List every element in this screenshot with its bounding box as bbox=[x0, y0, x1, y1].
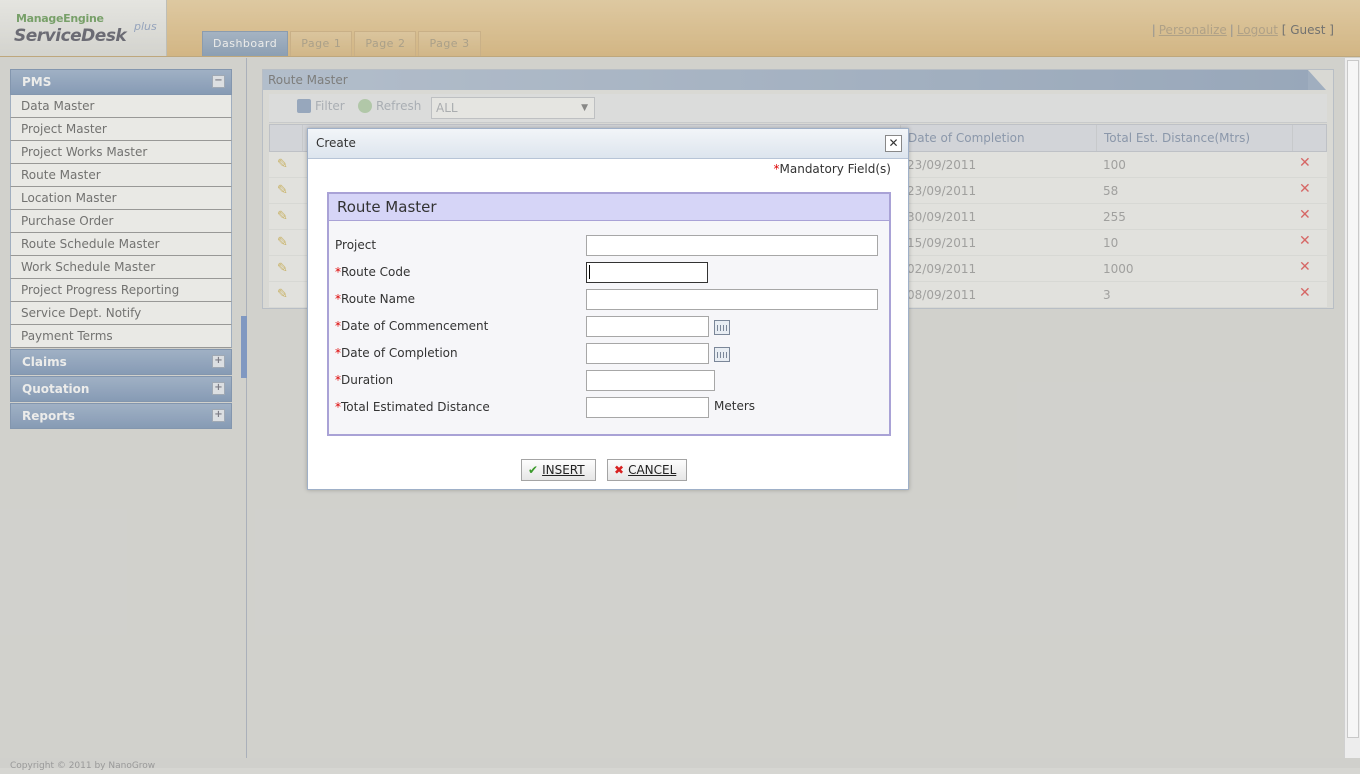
expand-icon[interactable]: + bbox=[212, 409, 225, 422]
logout-link[interactable]: Logout bbox=[1237, 23, 1278, 37]
app-header: ManageEngine ServiceDesk plus Dashboard … bbox=[0, 0, 1360, 57]
dialog-title: Create bbox=[308, 129, 908, 159]
sidebar-item-project-progress-reporting[interactable]: Project Progress Reporting bbox=[10, 279, 232, 302]
edit-icon[interactable]: ✎ bbox=[277, 183, 288, 198]
expand-icon[interactable]: + bbox=[212, 355, 225, 368]
panel-title: Route Master bbox=[263, 70, 1326, 90]
distance-unit: Meters bbox=[714, 399, 756, 413]
sidebar-section-claims[interactable]: Claims + bbox=[10, 349, 232, 375]
sidebar-item-service-dept-notify[interactable]: Service Dept. Notify bbox=[10, 302, 232, 325]
label-duration: *Duration bbox=[335, 373, 394, 387]
expand-icon[interactable]: + bbox=[212, 382, 225, 395]
top-tabs: Dashboard Page 1 Page 2 Page 3 bbox=[202, 31, 483, 56]
status-select[interactable]: ALL ▼ bbox=[431, 97, 595, 119]
delete-icon[interactable]: ✕ bbox=[1299, 233, 1311, 249]
edit-icon[interactable]: ✎ bbox=[277, 209, 288, 224]
scrollbar-thumb[interactable] bbox=[1347, 60, 1359, 738]
tab-page-2[interactable]: Page 2 bbox=[354, 31, 417, 56]
tab-page-1[interactable]: Page 1 bbox=[290, 31, 353, 56]
label-route-code: *Route Code bbox=[335, 265, 411, 279]
cancel-button[interactable]: ✖ CANCEL bbox=[607, 459, 688, 481]
logo-plus: plus bbox=[134, 20, 157, 33]
chevron-down-icon: ▼ bbox=[581, 103, 588, 113]
route-code-field[interactable] bbox=[586, 262, 708, 283]
refresh-button[interactable]: Refresh bbox=[358, 99, 421, 113]
sidebar-section-label: PMS bbox=[22, 75, 52, 89]
sidebar-item-route-schedule-master[interactable]: Route Schedule Master bbox=[10, 233, 232, 256]
sidebar-collapse-handle[interactable] bbox=[241, 316, 247, 378]
label-route-name: *Route Name bbox=[335, 292, 416, 306]
col-date-of-completion[interactable]: Date of Completion bbox=[908, 131, 1025, 145]
sidebar-section-label: Claims bbox=[22, 355, 67, 369]
completion-date-field[interactable] bbox=[586, 343, 709, 364]
edit-icon[interactable]: ✎ bbox=[277, 235, 288, 250]
footer: Copyright © 2011 by NanoGrow bbox=[0, 758, 1360, 771]
label-date-of-commencement: *Date of Commencement bbox=[335, 319, 489, 333]
sidebar-section-reports[interactable]: Reports + bbox=[10, 403, 232, 429]
sidebar-item-work-schedule-master[interactable]: Work Schedule Master bbox=[10, 256, 232, 279]
logo-vendor: ManageEngine bbox=[16, 12, 104, 25]
tab-dashboard[interactable]: Dashboard bbox=[202, 31, 289, 56]
filter-icon bbox=[297, 99, 311, 113]
refresh-icon bbox=[358, 99, 372, 113]
sidebar-item-location-master[interactable]: Location Master bbox=[10, 187, 232, 210]
user-bar: | Personalize | Logout [ Guest ] bbox=[1151, 23, 1334, 37]
sidebar-divider bbox=[246, 58, 247, 758]
mandatory-note: *Mandatory Field(s) bbox=[773, 162, 892, 176]
sidebar-section-label: Reports bbox=[22, 409, 76, 423]
label-project: Project bbox=[335, 238, 377, 252]
personalize-link[interactable]: Personalize bbox=[1159, 23, 1227, 37]
insert-button[interactable]: ✔ INSERT bbox=[521, 459, 596, 481]
delete-icon[interactable]: ✕ bbox=[1299, 207, 1311, 223]
logo-product: ServiceDesk bbox=[14, 26, 127, 46]
sidebar-item-project-works-master[interactable]: Project Works Master bbox=[10, 141, 232, 164]
sidebar-item-purchase-order[interactable]: Purchase Order bbox=[10, 210, 232, 233]
sidebar-item-data-master[interactable]: Data Master bbox=[10, 95, 232, 118]
delete-icon[interactable]: ✕ bbox=[1299, 285, 1311, 301]
grid-toolbar: Filter Refresh ALL ▼ bbox=[269, 94, 1327, 123]
collapse-icon[interactable]: − bbox=[212, 75, 225, 88]
x-icon: ✖ bbox=[614, 463, 625, 477]
calendar-icon[interactable] bbox=[714, 320, 730, 335]
route-name-field[interactable] bbox=[586, 289, 878, 310]
close-icon[interactable]: ✕ bbox=[885, 135, 902, 152]
sidebar-item-project-master[interactable]: Project Master bbox=[10, 118, 232, 141]
calendar-icon[interactable] bbox=[714, 347, 730, 362]
label-total-estimated-distance: *Total Estimated Distance bbox=[335, 400, 490, 414]
create-dialog: Create ✕ *Mandatory Field(s) Route Maste… bbox=[307, 128, 909, 490]
project-field[interactable] bbox=[586, 235, 878, 256]
sidebar-item-payment-terms[interactable]: Payment Terms bbox=[10, 325, 232, 348]
tab-page-3[interactable]: Page 3 bbox=[418, 31, 481, 56]
sidebar: PMS − Data Master Project Master Project… bbox=[10, 69, 232, 429]
duration-field[interactable] bbox=[586, 370, 715, 391]
user-name: [ Guest ] bbox=[1281, 23, 1334, 37]
label-date-of-completion: *Date of Completion bbox=[335, 346, 458, 360]
distance-field[interactable] bbox=[586, 397, 709, 418]
check-icon: ✔ bbox=[528, 463, 539, 477]
edit-icon[interactable]: ✎ bbox=[277, 157, 288, 172]
sidebar-section-pms[interactable]: PMS − bbox=[10, 69, 232, 95]
edit-icon[interactable]: ✎ bbox=[277, 261, 288, 276]
delete-icon[interactable]: ✕ bbox=[1299, 155, 1311, 171]
sidebar-item-route-master[interactable]: Route Master bbox=[10, 164, 232, 187]
col-total-distance[interactable]: Total Est. Distance(Mtrs) bbox=[1104, 131, 1250, 145]
delete-icon[interactable]: ✕ bbox=[1299, 259, 1311, 275]
form-title: Route Master bbox=[329, 194, 889, 221]
scrollbar[interactable] bbox=[1344, 58, 1360, 758]
delete-icon[interactable]: ✕ bbox=[1299, 181, 1311, 197]
logo: ManageEngine ServiceDesk plus bbox=[0, 0, 167, 56]
edit-icon[interactable]: ✎ bbox=[277, 287, 288, 302]
filter-button[interactable]: Filter bbox=[297, 99, 345, 113]
commencement-date-field[interactable] bbox=[586, 316, 709, 337]
route-master-form: Route Master Project *Route Code *Route … bbox=[327, 192, 891, 436]
sidebar-section-quotation[interactable]: Quotation + bbox=[10, 376, 232, 402]
sidebar-section-label: Quotation bbox=[22, 382, 90, 396]
